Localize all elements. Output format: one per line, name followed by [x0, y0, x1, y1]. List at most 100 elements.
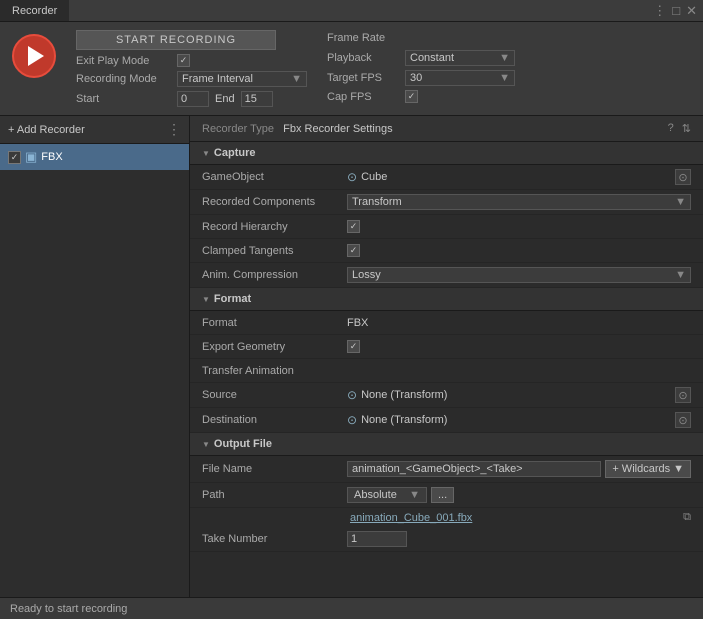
destination-value: ⊙ None (Transform) ⊙ — [347, 412, 691, 428]
external-link-icon[interactable]: ⧉ — [683, 511, 691, 524]
status-bar: Ready to start recording — [0, 597, 703, 619]
wildcards-button[interactable]: + Wildcards ▼ — [605, 460, 691, 478]
path-row: Path Absolute ▼ ... — [190, 483, 703, 508]
file-name-row: File Name + Wildcards ▼ — [190, 456, 703, 483]
file-name-input[interactable] — [347, 461, 601, 477]
exit-play-mode-label: Exit Play Mode — [76, 55, 171, 67]
recording-mode-label: Recording Mode — [76, 73, 171, 85]
anim-compression-option: Lossy — [352, 269, 381, 281]
sidebar-kebab-icon[interactable]: ⋮ — [167, 121, 181, 138]
capture-section-label: Capture — [214, 147, 256, 159]
gameobject-input-row: ⊙ Cube — [347, 170, 671, 184]
frame-rate-title: Frame Rate — [327, 32, 515, 44]
format-section-header[interactable]: ▼ Format — [190, 288, 703, 311]
clamped-tangents-label: Clamped Tangents — [202, 245, 347, 257]
transfer-animation-label: Transfer Animation — [202, 365, 347, 377]
destination-field: ⊙ None (Transform) — [347, 413, 671, 427]
target-fps-row: Target FPS 30 ▼ — [327, 70, 515, 86]
destination-target-icon: ⊙ — [347, 413, 357, 427]
close-icon[interactable]: ✕ — [686, 3, 697, 19]
frame-rate-panel: Frame Rate Playback Constant ▼ Target FP… — [327, 32, 515, 103]
main-area: + Add Recorder ⋮ ✓ ▣ FBX Recorder Type F… — [0, 116, 703, 597]
recorded-components-option: Transform — [352, 196, 402, 208]
take-number-row: Take Number — [190, 527, 703, 552]
target-fps-dropdown[interactable]: 30 ▼ — [405, 70, 515, 86]
clamped-tangents-checkbox[interactable]: ✓ — [347, 244, 360, 257]
export-geometry-label: Export Geometry — [202, 341, 347, 353]
record-hierarchy-checkbox[interactable]: ✓ — [347, 220, 360, 233]
start-recording-button[interactable]: START RECORDING — [76, 30, 276, 50]
export-geometry-value: ✓ — [347, 340, 691, 353]
dropdown-arrow: ▼ — [409, 489, 420, 501]
recorded-components-value: Transform ▼ — [347, 194, 691, 210]
anim-compression-value: Lossy ▼ — [347, 267, 691, 283]
path-type-dropdown[interactable]: Absolute ▼ — [347, 487, 427, 503]
playback-dropdown[interactable]: Constant ▼ — [405, 50, 515, 66]
exit-play-mode-row: Exit Play Mode ✓ — [76, 54, 307, 67]
capture-arrow-icon: ▼ — [202, 149, 210, 158]
recorded-components-row: Recorded Components Transform ▼ — [190, 190, 703, 215]
recorder-type-value: Fbx Recorder Settings — [283, 123, 392, 135]
add-recorder-button[interactable]: + Add Recorder — [8, 124, 85, 136]
right-panel: Recorder Type Fbx Recorder Settings ? ⇅ … — [190, 116, 703, 597]
end-label: End — [215, 93, 235, 105]
capture-section-header[interactable]: ▼ Capture — [190, 142, 703, 165]
sidebar-header: + Add Recorder ⋮ — [0, 116, 189, 144]
recording-mode-dropdown[interactable]: Frame Interval ▼ — [177, 71, 307, 87]
start-end-row: Start End — [76, 91, 307, 107]
format-arrow-icon: ▼ — [202, 295, 210, 304]
dropdown-arrow: ▼ — [499, 52, 510, 64]
play-icon — [28, 46, 44, 66]
path-value: Absolute ▼ ... — [347, 487, 691, 503]
help-icon[interactable]: ? — [668, 122, 674, 135]
title-bar: Recorder ⋮ □ ✕ — [0, 0, 703, 22]
fbx-recorder-item[interactable]: ✓ ▣ FBX — [0, 144, 189, 170]
gameobject-pick-button[interactable]: ⊙ — [675, 169, 691, 185]
recorder-header: Recorder Type Fbx Recorder Settings ? ⇅ — [190, 116, 703, 142]
path-label: Path — [202, 489, 347, 501]
anim-compression-dropdown[interactable]: Lossy ▼ — [347, 267, 691, 283]
maximize-icon[interactable]: □ — [672, 3, 680, 19]
file-path-row: animation_Cube_001.fbx ⧉ — [190, 508, 703, 527]
output-file-section-header[interactable]: ▼ Output File — [190, 433, 703, 456]
fbx-recorder-checkbox[interactable]: ✓ — [8, 151, 21, 164]
export-geometry-checkbox[interactable]: ✓ — [347, 340, 360, 353]
target-fps-label: Target FPS — [327, 72, 399, 84]
source-row: Source ⊙ None (Transform) ⊙ — [190, 383, 703, 408]
playback-value: Constant — [410, 52, 454, 64]
start-input[interactable] — [177, 91, 209, 107]
playback-row: Playback Constant ▼ — [327, 50, 515, 66]
fbx-recorder-name: FBX — [41, 151, 62, 163]
browse-button[interactable]: ... — [431, 487, 454, 503]
record-button[interactable] — [12, 34, 56, 78]
settings-icon[interactable]: ⇅ — [682, 122, 691, 135]
gameobject-value: ⊙ Cube ⊙ — [347, 169, 691, 185]
exit-play-mode-checkbox[interactable]: ✓ — [177, 54, 190, 67]
format-section-label: Format — [214, 293, 251, 305]
menu-icon[interactable]: ⋮ — [653, 3, 666, 19]
recorded-components-dropdown[interactable]: Transform ▼ — [347, 194, 691, 210]
wildcards-label: + Wildcards — [612, 463, 670, 475]
output-arrow-icon: ▼ — [202, 440, 210, 449]
sidebar: + Add Recorder ⋮ ✓ ▣ FBX — [0, 116, 190, 597]
destination-pick-button[interactable]: ⊙ — [675, 412, 691, 428]
path-type-value: Absolute — [354, 489, 397, 501]
source-target-icon: ⊙ — [347, 388, 357, 402]
dropdown-arrow: ▼ — [291, 73, 302, 85]
destination-text: None (Transform) — [361, 414, 447, 426]
dropdown-arrow: ▼ — [675, 269, 686, 281]
path-input-row: Absolute ▼ ... — [347, 487, 691, 503]
source-pick-button[interactable]: ⊙ — [675, 387, 691, 403]
take-number-input[interactable] — [347, 531, 407, 547]
cap-fps-checkbox[interactable]: ✓ — [405, 90, 418, 103]
source-label: Source — [202, 389, 347, 401]
window-controls[interactable]: ⋮ □ ✕ — [653, 3, 703, 19]
recorder-tab[interactable]: Recorder — [0, 0, 69, 21]
source-value: ⊙ None (Transform) ⊙ — [347, 387, 691, 403]
wildcards-arrow-icon: ▼ — [673, 463, 684, 475]
end-input[interactable] — [241, 91, 273, 107]
recording-mode-value: Frame Interval — [182, 73, 253, 85]
file-name-input-row: + Wildcards ▼ — [347, 460, 691, 478]
file-path-text: animation_Cube_001.fbx — [350, 512, 679, 524]
output-file-section-label: Output File — [214, 438, 272, 450]
